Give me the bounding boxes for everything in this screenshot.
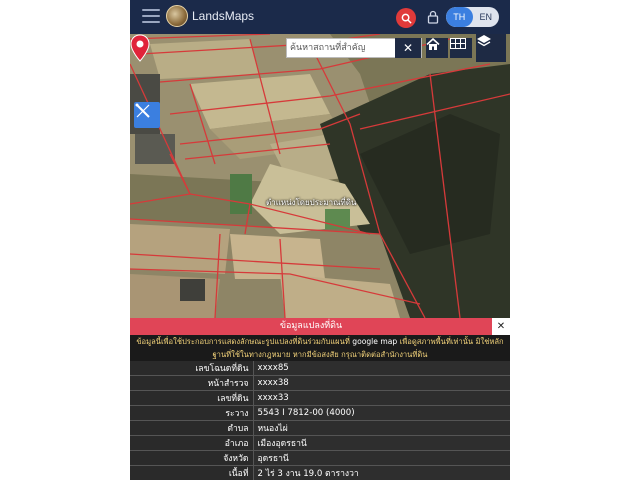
grid-button[interactable] [450, 38, 472, 58]
table-row: จังหวัด อุดรธานี [130, 450, 510, 467]
disclaimer-google-map: google map [352, 337, 398, 346]
row-value: xxxx38 [253, 375, 510, 392]
place-search-input[interactable] [287, 39, 395, 57]
disclaimer-text-1: ข้อมูลนี้เพื่อใช้ประกอบการแสดงลักษณะรูปแ… [136, 337, 353, 346]
landsmaps-logo [166, 5, 188, 27]
home-icon [426, 38, 440, 50]
row-value: เมืองอุดรธานี [253, 435, 510, 452]
parcel-info-table: เลขโฉนดที่ดิน xxxx85 หน้าสำรวจ xxxx38 เลขท… [130, 361, 510, 480]
satellite-imagery [130, 34, 510, 318]
row-key: หน้าสำรวจ [130, 375, 254, 392]
grid-icon [450, 38, 466, 49]
row-value: xxxx85 [253, 361, 510, 377]
row-key: เนื้อที่ [130, 465, 254, 480]
lang-th-option[interactable]: TH [446, 7, 473, 27]
location-pin-icon[interactable] [130, 34, 150, 62]
row-value: 5543 I 7812-00 (4000) [253, 405, 510, 422]
table-row: เลขที่ดิน xxxx33 [130, 390, 510, 407]
measure-icon [135, 103, 150, 118]
app-header: LandsMaps TH EN [130, 0, 510, 34]
row-value: หนองไผ่ [253, 420, 510, 437]
table-row: เนื้อที่ 2 ไร่ 3 งาน 19.0 ตารางวา [130, 465, 510, 480]
row-key: ระวาง [130, 405, 254, 422]
language-toggle[interactable]: TH EN [446, 7, 499, 27]
row-value: 2 ไร่ 3 งาน 19.0 ตารางวา [253, 465, 510, 480]
layers-icon [477, 35, 491, 47]
row-value: xxxx33 [253, 390, 510, 407]
table-row: หน้าสำรวจ xxxx38 [130, 375, 510, 392]
search-icon [401, 13, 412, 24]
menu-icon[interactable] [142, 9, 160, 23]
measure-tool-button[interactable] [134, 102, 160, 128]
lock-icon[interactable] [426, 10, 440, 24]
table-row: อำเภอ เมืองอุดรธานี [130, 435, 510, 452]
clear-search-button[interactable]: ✕ [395, 38, 421, 58]
satellite-map[interactable]: ✕ ตำแหน่งโดยประมาณที่ดิน [130, 34, 510, 318]
row-key: เลขโฉนดที่ดิน [130, 361, 254, 377]
layers-button[interactable] [476, 34, 506, 62]
close-panel-button[interactable]: ✕ [492, 318, 510, 335]
home-button[interactable] [426, 38, 448, 58]
table-row: เลขโฉนดที่ดิน xxxx85 [130, 361, 510, 377]
search-button[interactable] [396, 8, 416, 28]
place-search-box: ✕ [286, 38, 422, 58]
parcel-map-label: ตำแหน่งโดยประมาณที่ดิน [266, 198, 357, 207]
row-key: เลขที่ดิน [130, 390, 254, 407]
brand-name: LandsMaps [192, 9, 255, 23]
table-row: ตำบล หนองไผ่ [130, 420, 510, 437]
row-key: ตำบล [130, 420, 254, 437]
row-value: อุดรธานี [253, 450, 510, 467]
landsmaps-app: LandsMaps TH EN ค้นหาสถานที่สำคัญ ✕ ตำแห… [130, 0, 510, 480]
row-key: อำเภอ [130, 435, 254, 452]
row-key: จังหวัด [130, 450, 254, 467]
lang-en-option[interactable]: EN [473, 7, 500, 27]
disclaimer-notice: ข้อมูลนี้เพื่อใช้ประกอบการแสดงลักษณะรูปแ… [130, 335, 510, 361]
parcel-info-title: ข้อมูลแปลงที่ดิน [279, 321, 343, 331]
table-row: ระวาง 5543 I 7812-00 (4000) [130, 405, 510, 422]
parcel-info-header: ข้อมูลแปลงที่ดิน ✕ [130, 318, 510, 335]
